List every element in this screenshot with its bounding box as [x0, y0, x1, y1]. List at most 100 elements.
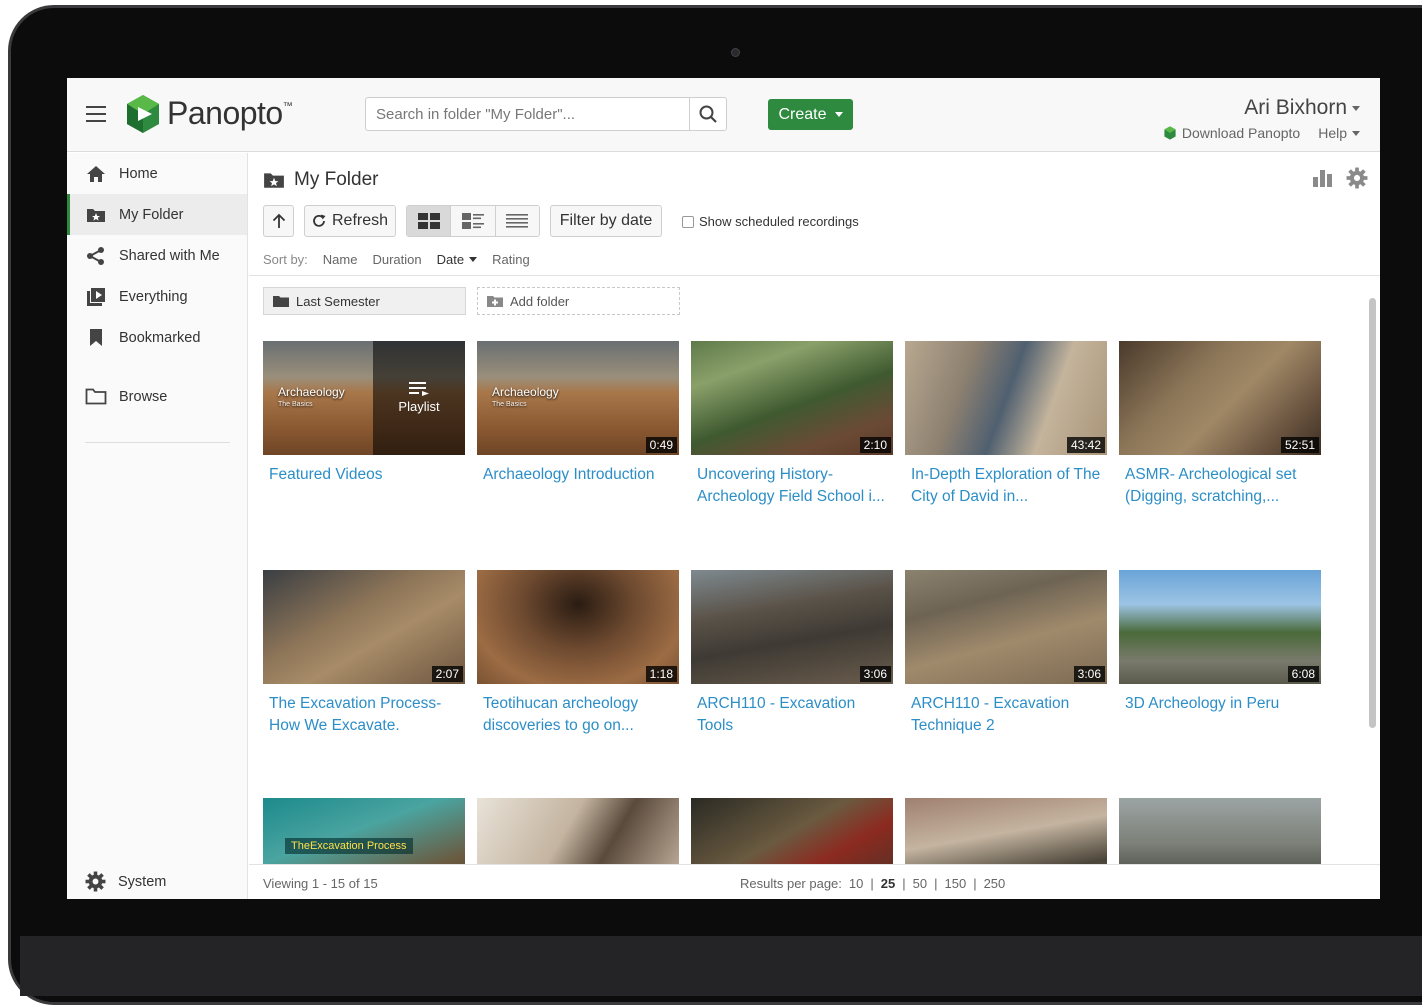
video-thumbnail[interactable]: [905, 798, 1107, 864]
per-page-250[interactable]: 250: [984, 876, 1006, 891]
caret-down-icon: [469, 257, 478, 262]
duration-badge: 1:18: [645, 666, 677, 682]
sort-bar: Sort by: Name Duration Date Rating: [263, 252, 530, 267]
download-panopto-link[interactable]: Download Panopto: [1163, 125, 1300, 141]
video-thumbnail[interactable]: Archaeology The Basics 0:49: [477, 341, 679, 455]
sidebar-item-browse[interactable]: Browse: [67, 376, 247, 417]
subfolder-last-semester[interactable]: Last Semester: [263, 287, 466, 315]
folder-actions: [1312, 167, 1368, 189]
search-input[interactable]: [366, 98, 690, 130]
video-title-link[interactable]: Uncovering History- Archeology Field Sch…: [691, 464, 893, 508]
video-card: [905, 798, 1107, 864]
per-page-50[interactable]: 50: [913, 876, 927, 891]
scrollbar[interactable]: [1367, 284, 1377, 864]
up-folder-button[interactable]: [263, 205, 294, 237]
brand-name: Panopto™: [167, 95, 293, 131]
sidebar-divider: [85, 442, 230, 443]
sidebar-item-everything[interactable]: Everything: [67, 276, 247, 317]
video-card: 2:10 Uncovering History- Archeology Fiel…: [691, 341, 893, 508]
view-mode-switcher: [406, 205, 540, 237]
per-page-25[interactable]: 25: [881, 876, 895, 891]
video-thumbnail[interactable]: 52:51: [1119, 341, 1321, 455]
sort-label: Sort by:: [263, 252, 308, 267]
video-title-link[interactable]: 3D Archeology in Peru: [1119, 693, 1321, 715]
arrow-up-icon: [272, 213, 285, 228]
sidebar-item-label: Bookmarked: [119, 329, 201, 346]
duration-badge: 6:08: [1287, 666, 1319, 682]
sidebar: Home My Folder Shared with Me Everything…: [67, 153, 248, 899]
sort-duration[interactable]: Duration: [372, 252, 421, 267]
sidebar-item-system[interactable]: System: [85, 871, 166, 892]
video-thumbnail[interactable]: 1:18: [477, 570, 679, 684]
filter-by-date-button[interactable]: Filter by date: [550, 205, 662, 237]
video-card: 6:08 3D Archeology in Peru: [1119, 570, 1321, 715]
chevron-down-icon: [834, 112, 843, 117]
sidebar-item-bookmarked[interactable]: Bookmarked: [67, 317, 247, 358]
video-thumbnail[interactable]: 43:42: [905, 341, 1107, 455]
folder-star-icon: [264, 173, 284, 188]
folder-filled-icon: [273, 296, 289, 307]
video-thumbnail[interactable]: 3:06: [691, 570, 893, 684]
video-title-link[interactable]: ASMR- Archeological set (Digging, scratc…: [1119, 464, 1321, 508]
video-title-link[interactable]: In-Depth Exploration of The City of Davi…: [905, 464, 1107, 508]
create-button[interactable]: Create: [768, 99, 853, 130]
webcam: [731, 48, 740, 57]
video-title-link[interactable]: Teotihucan archeology discoveries to go …: [477, 693, 679, 737]
video-title-link[interactable]: Featured Videos: [263, 464, 465, 486]
sort-date[interactable]: Date: [437, 252, 478, 267]
chevron-down-icon: [1352, 105, 1360, 111]
per-page-10[interactable]: 10: [849, 876, 863, 891]
scheduled-checkbox[interactable]: [682, 215, 694, 228]
page-title: My Folder: [263, 169, 378, 191]
list-view-button[interactable]: [495, 206, 539, 236]
detail-view-icon: [461, 213, 484, 229]
playlist-overlay: Playlist: [373, 341, 465, 455]
video-card: Archaeology The Basics 0:49 Archaeology I…: [477, 341, 679, 486]
video-thumbnail[interactable]: 2:10: [691, 341, 893, 455]
video-title-link[interactable]: The Excavation Process- How We Excavate.: [263, 693, 465, 737]
results-per-page: Results per page: 10 | 25 | 50 | 150 | 250: [740, 876, 1006, 891]
scheduled-label: Show scheduled recordings: [699, 214, 859, 229]
refresh-button[interactable]: Refresh: [304, 205, 396, 237]
grid-view-icon: [417, 213, 440, 229]
settings-gear-icon[interactable]: [1346, 167, 1368, 189]
sort-rating[interactable]: Rating: [492, 252, 530, 267]
app-screen: Panopto™ Create Ari Bixhorn Download Pan…: [67, 78, 1380, 899]
video-thumbnail[interactable]: 6:08: [1119, 570, 1321, 684]
sidebar-item-home[interactable]: Home: [67, 153, 247, 194]
search-button[interactable]: [689, 98, 726, 130]
video-card: TheExcavation Process: [263, 798, 465, 864]
thumbnail-caption: Archaeology The Basics: [492, 385, 559, 408]
stats-icon[interactable]: [1312, 167, 1334, 187]
video-thumbnail[interactable]: TheExcavation Process: [263, 798, 465, 864]
per-page-150[interactable]: 150: [944, 876, 966, 891]
refresh-label: Refresh: [331, 212, 389, 229]
grid-view-button[interactable]: [407, 206, 452, 236]
sort-name[interactable]: Name: [323, 252, 358, 267]
video-thumbnail[interactable]: [477, 798, 679, 864]
video-title-link[interactable]: ARCH110 - Excavation Technique 2: [905, 693, 1107, 737]
menu-icon[interactable]: [86, 106, 106, 122]
video-thumbnail[interactable]: Archaeology The Basics Playlist: [263, 341, 465, 455]
video-thumbnail[interactable]: 2:07: [263, 570, 465, 684]
video-title-link[interactable]: Archaeology Introduction: [477, 464, 679, 486]
user-menu[interactable]: Ari Bixhorn: [1244, 96, 1360, 120]
video-card: Archaeology The Basics Playlist Featured …: [263, 341, 465, 486]
panopto-logo-icon: [127, 95, 159, 133]
video-title-link[interactable]: ARCH110 - Excavation Tools: [691, 693, 893, 737]
duration-badge: 52:51: [1280, 437, 1319, 453]
sidebar-item-my-folder[interactable]: My Folder: [67, 194, 247, 235]
playlist-icon: [409, 382, 429, 396]
sidebar-item-label: Shared with Me: [119, 247, 220, 264]
video-thumbnail[interactable]: [1119, 798, 1321, 864]
thumbnail-caption: TheExcavation Process: [285, 838, 413, 854]
scrollbar-thumb[interactable]: [1369, 298, 1376, 728]
folder-title-text: My Folder: [294, 169, 379, 190]
detail-view-button[interactable]: [451, 206, 496, 236]
video-card: [691, 798, 893, 864]
sidebar-item-shared[interactable]: Shared with Me: [67, 235, 247, 276]
help-menu[interactable]: Help: [1318, 125, 1360, 141]
video-thumbnail[interactable]: 3:06: [905, 570, 1107, 684]
video-thumbnail[interactable]: [691, 798, 893, 864]
add-folder-button[interactable]: Add folder: [477, 287, 680, 315]
